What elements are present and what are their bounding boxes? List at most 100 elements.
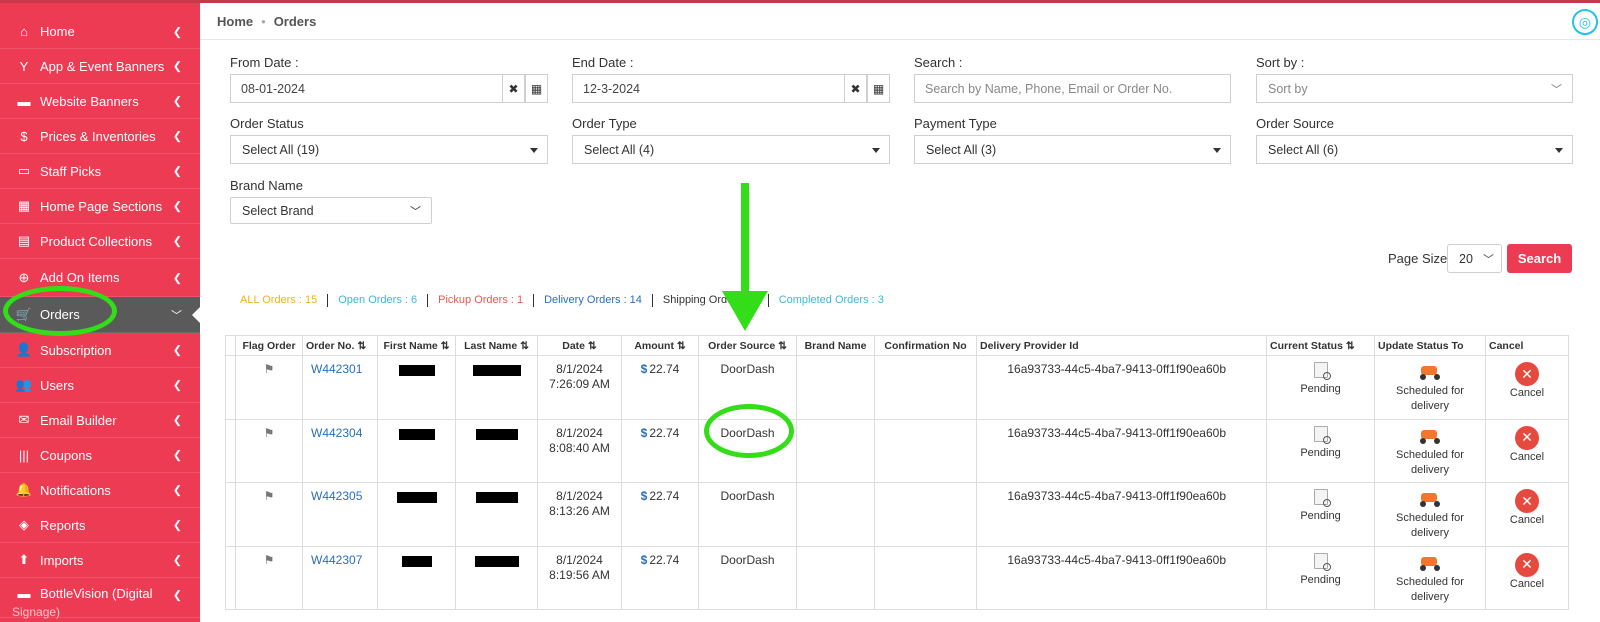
sidebar-item-app-event-banners[interactable]: Y App & Event Banners ❮ — [0, 49, 200, 84]
scooter-icon[interactable] — [1418, 426, 1442, 444]
clear-icon[interactable]: ✖ — [502, 74, 525, 103]
cancel-x-icon[interactable]: ✕ — [1515, 425, 1539, 450]
order-number-link[interactable]: W442307 — [302, 545, 378, 610]
flag-cell[interactable]: ⚑ — [235, 418, 303, 483]
tab-completed-orders[interactable]: Completed Orders : 3 — [769, 294, 894, 307]
end-date-input[interactable]: 12-3-2024 ✖ ▦ — [572, 74, 890, 103]
cart-icon: 🛒 — [15, 306, 33, 322]
tab-delivery-orders[interactable]: Delivery Orders : 14 — [534, 294, 653, 307]
sidebar-item-label: Notifications — [40, 482, 111, 498]
scooter-icon[interactable] — [1418, 553, 1442, 571]
sidebar-item-prices-inventories[interactable]: $ Prices & Inventories ❮ — [0, 119, 200, 154]
brand-name-select[interactable]: Select Brand ﹀ — [230, 197, 432, 224]
sidebar-item-users[interactable]: 👥 Users ❮ — [0, 368, 200, 403]
column-header: Confirmation No — [874, 335, 977, 356]
flag-cell[interactable]: ⚑ — [235, 545, 303, 610]
sidebar-item-imports[interactable]: ⬆ Imports ❮ — [0, 543, 200, 578]
column-header[interactable]: First Name ⇅ — [377, 335, 456, 356]
tab-open-orders[interactable]: Open Orders : 6 — [328, 294, 429, 307]
update-status-cell[interactable]: Scheduled for delivery — [1374, 482, 1486, 547]
update-status-cell[interactable]: Scheduled for delivery — [1374, 545, 1486, 610]
sidebar-item-home-page-sections[interactable]: ▦ Home Page Sections ❮ — [0, 189, 200, 224]
sidebar-item-label: Coupons — [40, 447, 93, 463]
status-text: Pending — [1300, 573, 1341, 586]
cancel-x-icon[interactable]: ✕ — [1515, 489, 1539, 513]
calendar-icon[interactable]: ▦ — [867, 74, 890, 103]
flag-icon[interactable]: ⚑ — [264, 426, 275, 440]
caret-down-icon — [872, 148, 880, 153]
sort-by-select[interactable]: Sort by ﹀ — [1256, 74, 1573, 103]
order-type-select[interactable]: Select All (4) — [572, 135, 890, 164]
column-header[interactable]: Order Source ⇅ — [698, 335, 797, 356]
flag-icon[interactable]: ⚑ — [264, 362, 275, 376]
search-button[interactable]: Search — [1507, 244, 1572, 273]
sidebar-item-add-on-items[interactable]: ⊕ Add On Items ❮ — [0, 259, 200, 297]
chevron-left-icon: ❮ — [172, 449, 182, 462]
tab-all-orders[interactable]: ALL Orders : 15 — [240, 294, 329, 307]
row-spacer — [225, 482, 236, 547]
dollar-icon: $ — [20, 128, 28, 144]
confirmation-no-cell — [874, 545, 977, 610]
sidebar-item-staff-picks[interactable]: ▭ Staff Picks ❮ — [0, 154, 200, 189]
scooter-icon[interactable] — [1418, 362, 1442, 380]
monitor-icon: ▬ — [17, 93, 31, 109]
sidebar-item-orders[interactable]: 🛒 Orders ﹀ — [0, 297, 200, 333]
column-header[interactable]: Amount ⇅ — [621, 335, 699, 356]
sidebar-item-notifications[interactable]: 🔔 Notifications ❮ — [0, 473, 200, 508]
calendar-icon[interactable]: ▦ — [525, 74, 548, 103]
clear-icon[interactable]: ✖ — [844, 74, 867, 103]
column-header[interactable]: Last Name ⇅ — [455, 335, 538, 356]
sidebar-item-label: Home Page Sections — [40, 198, 163, 214]
flag-icon[interactable]: ⚑ — [264, 553, 275, 567]
column-header[interactable]: Current Status ⇅ — [1266, 335, 1375, 356]
sidebar-item-product-collections[interactable]: ▤ Product Collections ❮ — [0, 224, 200, 259]
order-number-link[interactable]: W442305 — [302, 482, 378, 547]
cancel-cell[interactable]: ✕ Cancel — [1485, 545, 1569, 610]
order-type-value: Select All (4) — [584, 142, 655, 157]
breadcrumb-home[interactable]: Home — [217, 14, 253, 29]
first-name-cell — [377, 482, 456, 547]
page-size-select[interactable]: 20 ﹀ — [1447, 244, 1502, 273]
sidebar-item-coupons[interactable]: ||| Coupons ❮ — [0, 438, 200, 473]
chevron-left-icon: ❮ — [172, 414, 182, 427]
status-text: Pending — [1300, 510, 1341, 522]
sidebar-item-home[interactable]: ⌂ Home ❮ — [0, 15, 200, 49]
chevron-left-icon: ❮ — [172, 95, 182, 108]
sidebar-item-bottlevision[interactable]: ▬ BottleVision (Digital Signage) ❮ — [0, 578, 200, 619]
sidebar-item-reports[interactable]: ◈ Reports ❮ — [0, 508, 200, 543]
cancel-cell[interactable]: ✕ Cancel — [1485, 482, 1569, 547]
cancel-cell[interactable]: ✕ Cancel — [1485, 355, 1569, 420]
from-date-input[interactable]: 08-01-2024 ✖ ▦ — [230, 74, 548, 103]
update-status-cell[interactable]: Scheduled for delivery — [1374, 355, 1486, 420]
globe-icon[interactable]: ◎ — [1572, 9, 1598, 35]
caret-down-icon — [1213, 148, 1221, 153]
sidebar-item-website-banners[interactable]: ▬ Website Banners ❮ — [0, 84, 200, 119]
sidebar-item-label: Users — [40, 377, 74, 393]
update-status-cell[interactable]: Scheduled for delivery — [1374, 418, 1486, 483]
flag-cell[interactable]: ⚑ — [235, 355, 303, 420]
cancel-x-icon[interactable]: ✕ — [1515, 552, 1539, 577]
search-input[interactable]: Search by Name, Phone, Email or Order No… — [914, 74, 1231, 103]
column-header[interactable]: Order No. ⇅ — [302, 335, 378, 356]
cancel-x-icon[interactable]: ✕ — [1515, 362, 1539, 386]
tab-pickup-orders[interactable]: Pickup Orders : 1 — [428, 294, 535, 307]
redaction — [398, 428, 435, 440]
order-source-cell: DoorDash — [698, 545, 797, 610]
cancel-cell[interactable]: ✕ Cancel — [1485, 418, 1569, 483]
order-status-select[interactable]: Select All (19) — [230, 135, 548, 164]
payment-type-select[interactable]: Select All (3) — [914, 135, 1231, 164]
currency-symbol: $ — [640, 489, 648, 503]
order-source-select[interactable]: Select All (6) — [1256, 135, 1573, 164]
breadcrumb-separator: • — [261, 13, 266, 29]
order-number-link[interactable]: W442304 — [302, 418, 378, 483]
flag-icon[interactable]: ⚑ — [264, 489, 275, 503]
sidebar-item-email-builder[interactable]: ✉ Email Builder ❮ — [0, 403, 200, 438]
order-date: 8/1/2024 — [556, 425, 603, 440]
column-header[interactable]: Date ⇅ — [537, 335, 622, 356]
end-date-value: 12-3-2024 — [583, 81, 640, 96]
page-size-label: Page Size — [1388, 251, 1448, 266]
sidebar-item-subscription[interactable]: 👤 Subscription ❮ — [0, 333, 200, 368]
flag-cell[interactable]: ⚑ — [235, 482, 303, 547]
scooter-icon[interactable] — [1418, 489, 1442, 507]
order-number-link[interactable]: W442301 — [302, 355, 378, 420]
